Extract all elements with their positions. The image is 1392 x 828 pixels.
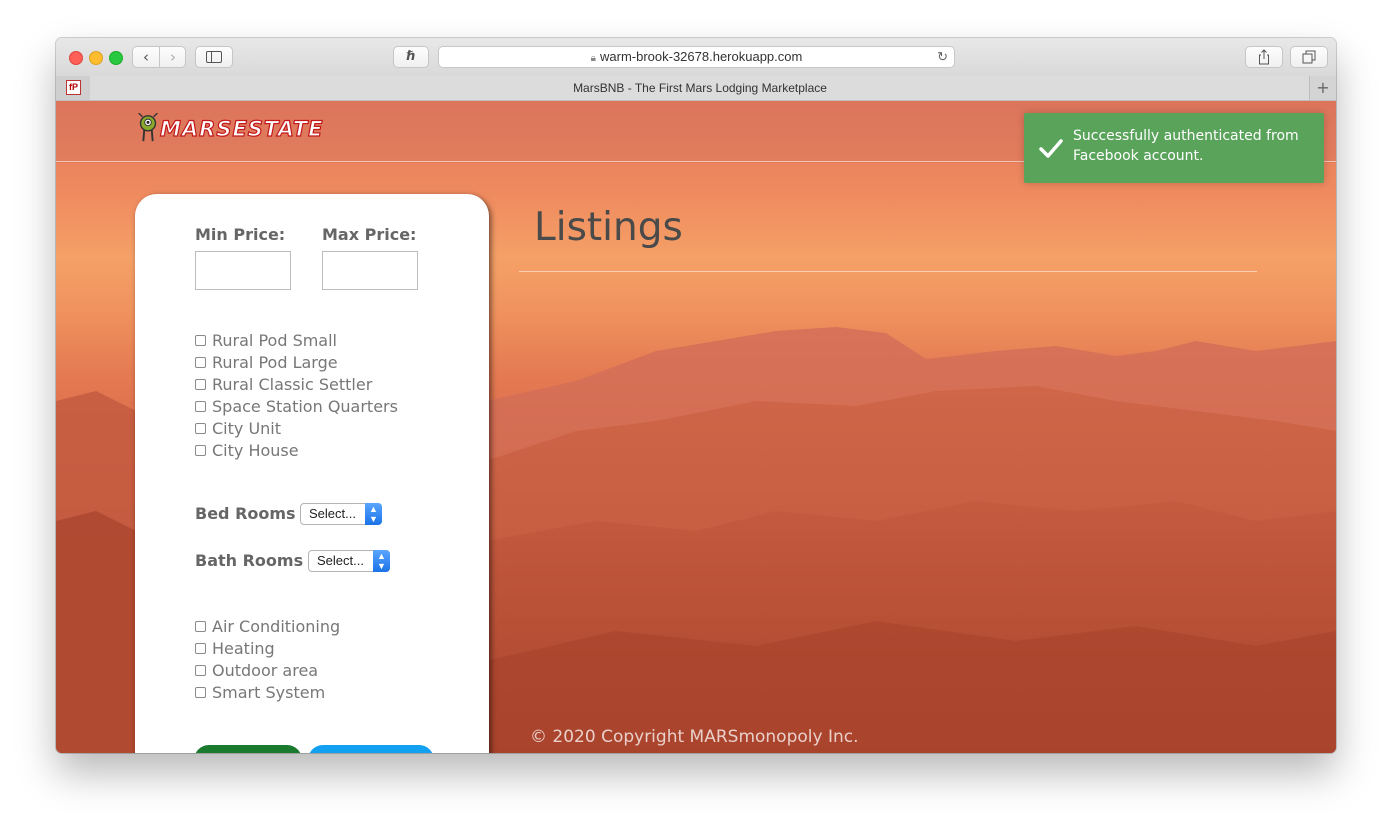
extension-button[interactable]: ℏ — [393, 46, 429, 68]
bedrooms-label: Bed Rooms — [195, 504, 296, 523]
forward-icon[interactable]: › — [160, 47, 186, 67]
reload-icon[interactable]: ↻ — [937, 47, 948, 67]
reset-button[interactable] — [308, 745, 434, 753]
close-window-button[interactable] — [69, 51, 83, 65]
search-button[interactable] — [194, 745, 302, 753]
copyright-footer: © 2020 Copyright MARSmonopoly Inc. — [530, 727, 859, 747]
property-type-option[interactable]: Rural Pod Small — [195, 331, 337, 351]
page-title: Listings — [534, 205, 683, 250]
amenity-label: Air Conditioning — [212, 617, 341, 636]
property-type-option[interactable]: Rural Classic Settler — [195, 375, 372, 395]
checkmark-icon — [1039, 139, 1063, 158]
property-type-label: City Unit — [212, 419, 282, 438]
sidebar-icon — [206, 51, 222, 63]
amenity-label: Heating — [212, 639, 275, 658]
amenity-option[interactable]: Air Conditioning — [195, 617, 340, 637]
checkbox[interactable] — [195, 378, 206, 390]
tabs-icon — [1302, 50, 1316, 64]
browser-window: ‹ › ℏ 🔒︎ warm-brook-32678.herokuapp.com ↻… — [56, 38, 1336, 753]
lock-icon: 🔒︎ — [590, 53, 596, 64]
active-tab[interactable]: MarsBNB - The First Mars Lodging Marketp… — [90, 76, 1310, 100]
property-type-label: Rural Pod Large — [212, 353, 338, 372]
select-stepper-icon: ▲ ▼ — [365, 503, 382, 525]
checkbox[interactable] — [195, 642, 206, 654]
property-type-option[interactable]: City House — [195, 441, 299, 461]
checkbox[interactable] — [195, 664, 206, 676]
max-price-label: Max Price: — [322, 225, 417, 244]
bedrooms-selected-value: Select... — [309, 506, 356, 521]
url-text: warm-brook-32678.herokuapp.com — [600, 49, 803, 64]
checkbox[interactable] — [195, 356, 206, 368]
share-icon — [1259, 49, 1269, 65]
fullscreen-window-button[interactable] — [109, 51, 123, 65]
filter-panel: Min Price: Max Price: Rural Pod Small Ru… — [135, 194, 489, 753]
property-type-label: Rural Classic Settler — [212, 375, 373, 394]
checkbox[interactable] — [195, 334, 206, 346]
sidebar-toggle-button[interactable] — [195, 46, 233, 68]
property-type-option[interactable]: Space Station Quarters — [195, 397, 398, 417]
checkbox[interactable] — [195, 686, 206, 698]
bathrooms-select[interactable]: Select... ▲ ▼ — [308, 550, 390, 572]
property-type-label: Rural Pod Small — [212, 331, 337, 350]
checkbox[interactable] — [195, 620, 206, 632]
site-logo-text[interactable]: MARSESTATE — [159, 116, 324, 141]
bathrooms-selected-value: Select... — [317, 553, 364, 568]
pinned-tab[interactable]: fP — [56, 76, 91, 100]
minimize-window-button[interactable] — [89, 51, 103, 65]
checkbox[interactable] — [195, 444, 206, 456]
history-navigation: ‹ › — [132, 46, 186, 68]
heroku-extension-icon: ℏ — [406, 49, 416, 64]
amenity-option[interactable]: Smart System — [195, 683, 325, 703]
bathrooms-label: Bath Rooms — [195, 551, 304, 570]
tab-overview-button[interactable] — [1290, 46, 1328, 68]
title-divider — [519, 271, 1257, 272]
new-tab-icon[interactable]: + — [1309, 76, 1336, 100]
share-button[interactable] — [1245, 46, 1283, 68]
bedrooms-select[interactable]: Select... ▲ ▼ — [300, 503, 382, 525]
toast-message: Successfully authenticated from Facebook… — [1073, 128, 1299, 164]
tab-bar: fP MarsBNB - The First Mars Lodging Mark… — [56, 76, 1336, 101]
back-icon[interactable]: ‹ — [133, 47, 160, 67]
pinned-tab-favicon: fP — [66, 80, 81, 95]
amenity-option[interactable]: Outdoor area — [195, 661, 318, 681]
browser-toolbar: ‹ › ℏ 🔒︎ warm-brook-32678.herokuapp.com ↻ — [56, 38, 1336, 77]
select-stepper-icon: ▲ ▼ — [373, 550, 390, 572]
property-type-option[interactable]: Rural Pod Large — [195, 353, 338, 373]
max-price-input[interactable] — [322, 251, 418, 290]
min-price-input[interactable] — [195, 251, 291, 290]
amenity-label: Outdoor area — [212, 661, 319, 680]
amenity-option[interactable]: Heating — [195, 639, 275, 659]
property-type-label: City House — [212, 441, 299, 460]
min-price-label: Min Price: — [195, 225, 286, 244]
address-bar[interactable]: 🔒︎ warm-brook-32678.herokuapp.com ↻ — [438, 46, 955, 68]
page-content: MARSESTATE Min Price: Max Price: Rural P… — [56, 101, 1336, 753]
amenity-label: Smart System — [212, 683, 326, 702]
property-type-option[interactable]: City Unit — [195, 419, 281, 439]
property-type-label: Space Station Quarters — [212, 397, 398, 416]
checkbox[interactable] — [195, 422, 206, 434]
success-toast[interactable]: Successfully authenticated from Facebook… — [1024, 113, 1324, 183]
checkbox[interactable] — [195, 400, 206, 412]
alien-logo-icon[interactable] — [136, 113, 160, 143]
